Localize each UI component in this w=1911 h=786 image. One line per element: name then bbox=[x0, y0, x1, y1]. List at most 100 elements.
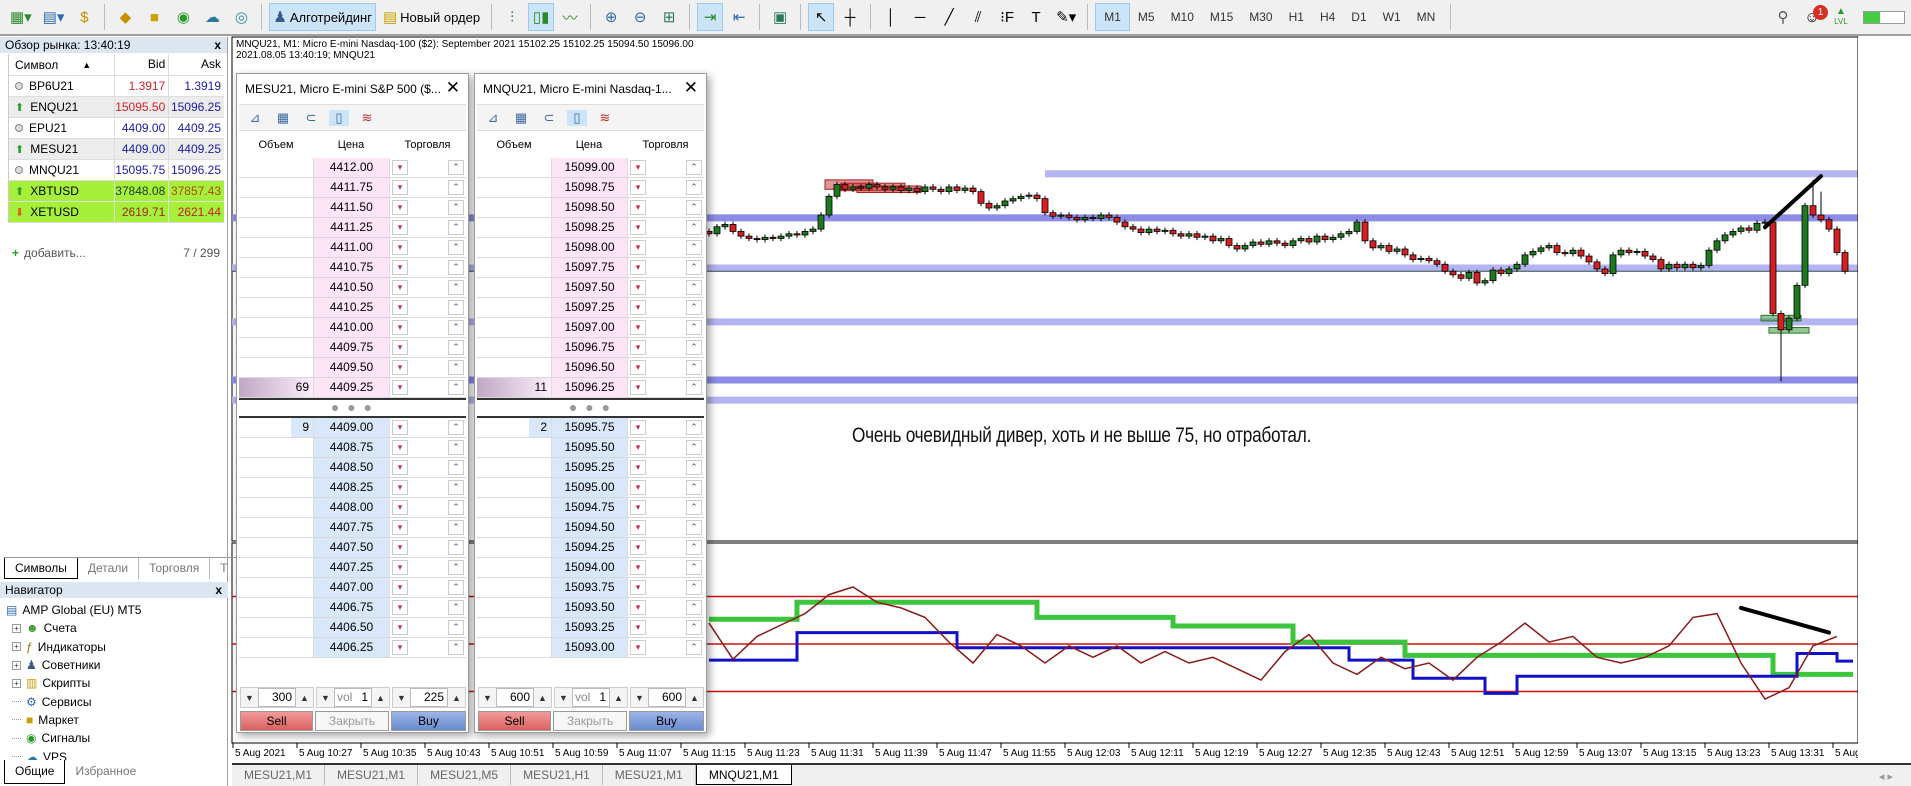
timeframe-m10[interactable]: M10 bbox=[1163, 3, 1202, 31]
line-chart-icon[interactable]: 〰 bbox=[557, 3, 583, 31]
sell-limit-button[interactable]: ▾ bbox=[630, 640, 646, 655]
sell-limit-button[interactable]: ▾ bbox=[392, 160, 408, 175]
decrease-icon[interactable]: ▼ bbox=[317, 693, 334, 703]
buy-limit-button[interactable]: ⌃ bbox=[448, 480, 464, 495]
ticks-icon[interactable]: ≋ bbox=[357, 110, 377, 126]
buy-limit-button[interactable]: ⌃ bbox=[686, 560, 702, 575]
buy-limit-button[interactable]: ⌃ bbox=[686, 600, 702, 615]
take-profit-stepper[interactable]: ▼ 600 ▲ bbox=[630, 687, 704, 708]
sell-limit-button[interactable]: ▾ bbox=[392, 460, 408, 475]
col-symbol[interactable]: Символ ▲ bbox=[9, 58, 114, 72]
tab-2[interactable]: Торговля bbox=[139, 558, 211, 579]
dom-ask-row[interactable]: 15098.75 ▾ ⌃ bbox=[477, 178, 704, 198]
new-chart-icon[interactable]: ▦▾ bbox=[6, 3, 36, 31]
buy-limit-button[interactable]: ⌃ bbox=[686, 500, 702, 515]
stop-loss-stepper-value[interactable]: 600 bbox=[496, 688, 534, 707]
dom-bid-row[interactable]: 4406.75 ▾ ⌃ bbox=[239, 598, 466, 618]
buy-limit-button[interactable]: ⌃ bbox=[448, 260, 464, 275]
fibonacci-icon[interactable]: ⁝F bbox=[994, 3, 1020, 31]
volume-stepper[interactable]: ▼ vol 1 ▲ bbox=[554, 687, 628, 708]
buy-limit-button[interactable]: ⌃ bbox=[448, 620, 464, 635]
dom-bid-row[interactable]: 15095.50 ▾ ⌃ bbox=[477, 438, 704, 458]
dom-bid-row[interactable]: 4408.00 ▾ ⌃ bbox=[239, 498, 466, 518]
sell-limit-button[interactable]: ▾ bbox=[392, 340, 408, 355]
buy-limit-button[interactable]: ⌃ bbox=[448, 440, 464, 455]
sell-limit-button[interactable]: ▾ bbox=[630, 500, 646, 515]
chart-icon[interactable]: ⊿ bbox=[245, 110, 265, 126]
timeframe-m15[interactable]: M15 bbox=[1202, 3, 1241, 31]
buy-limit-button[interactable]: ⌃ bbox=[448, 540, 464, 555]
sell-limit-button[interactable]: ▾ bbox=[630, 460, 646, 475]
templates-icon[interactable]: ▣ bbox=[767, 3, 793, 31]
vertical-line-icon[interactable]: │ bbox=[878, 3, 904, 31]
dom-ask-row[interactable]: 15098.50 ▾ ⌃ bbox=[477, 198, 704, 218]
horizontal-line-icon[interactable]: ─ bbox=[907, 3, 933, 31]
market-watch-row[interactable]: ⬇ XETUSD 2619.71 2621.44 bbox=[9, 202, 224, 223]
sell-button[interactable]: Sell bbox=[478, 711, 551, 731]
buy-limit-button[interactable]: ⌃ bbox=[686, 640, 702, 655]
magnet-icon[interactable]: ⊂ bbox=[539, 110, 559, 126]
stop-loss-stepper[interactable]: ▼ 600 ▲ bbox=[478, 687, 552, 708]
buy-limit-button[interactable]: ⌃ bbox=[686, 380, 702, 395]
buy-limit-button[interactable]: ⌃ bbox=[448, 300, 464, 315]
chart-tab[interactable]: MESU21,M1 bbox=[603, 765, 696, 785]
ticks-icon[interactable]: ≋ bbox=[595, 110, 615, 126]
take-profit-stepper-value[interactable]: 600 bbox=[648, 688, 686, 707]
dom-bid-row[interactable]: 15093.00 ▾ ⌃ bbox=[477, 638, 704, 658]
increase-icon[interactable]: ▲ bbox=[448, 693, 465, 703]
sell-limit-button[interactable]: ▾ bbox=[392, 300, 408, 315]
volume-stepper[interactable]: ▼ vol 1 ▲ bbox=[316, 687, 390, 708]
buy-limit-button[interactable]: ⌃ bbox=[686, 240, 702, 255]
sell-limit-button[interactable]: ▾ bbox=[392, 320, 408, 335]
tab-scroll-arrows-icon[interactable]: ◂ ▸ bbox=[1879, 770, 1893, 783]
sell-limit-button[interactable]: ▾ bbox=[630, 200, 646, 215]
dom-ask-row[interactable]: 15098.25 ▾ ⌃ bbox=[477, 218, 704, 238]
buy-limit-button[interactable]: ⌃ bbox=[686, 520, 702, 535]
buy-limit-button[interactable]: ⌃ bbox=[448, 600, 464, 615]
buy-limit-button[interactable]: ⌃ bbox=[448, 160, 464, 175]
stop-loss-stepper[interactable]: ▼ 300 ▲ bbox=[240, 687, 314, 708]
dom-ask-row[interactable]: 15099.00 ▾ ⌃ bbox=[477, 158, 704, 178]
sell-limit-button[interactable]: ▾ bbox=[392, 440, 408, 455]
buy-limit-button[interactable]: ⌃ bbox=[686, 320, 702, 335]
buy-limit-button[interactable]: ⌃ bbox=[448, 200, 464, 215]
dom-bid-row[interactable]: 4407.50 ▾ ⌃ bbox=[239, 538, 466, 558]
stop-loss-stepper-value[interactable]: 300 bbox=[258, 688, 296, 707]
sell-limit-button[interactable]: ▾ bbox=[392, 600, 408, 615]
buy-limit-button[interactable]: ⌃ bbox=[686, 200, 702, 215]
timeframe-m30[interactable]: M30 bbox=[1241, 3, 1280, 31]
timeframe-m1[interactable]: M1 bbox=[1095, 3, 1130, 31]
buy-limit-button[interactable]: ⌃ bbox=[448, 520, 464, 535]
candlestick-chart-icon[interactable]: ▯▮ bbox=[528, 3, 555, 31]
dom-bid-row[interactable]: 4408.25 ▾ ⌃ bbox=[239, 478, 466, 498]
chart-tab[interactable]: MESU21,H1 bbox=[511, 765, 603, 785]
decrease-icon[interactable]: ▼ bbox=[631, 693, 648, 703]
dom-bid-row[interactable]: 9 4409.00 ▾ ⌃ bbox=[239, 418, 466, 438]
sell-limit-button[interactable]: ▾ bbox=[630, 340, 646, 355]
bar-chart-icon[interactable]: ⫶ bbox=[499, 3, 525, 31]
volume-stepper-value[interactable]: vol 1 bbox=[572, 688, 610, 707]
navigator-item[interactable]: ▤ AMP Global (EU) MT5 bbox=[0, 601, 228, 619]
sell-limit-button[interactable]: ▾ bbox=[630, 280, 646, 295]
dom-ask-row[interactable]: 15096.75 ▾ ⌃ bbox=[477, 338, 704, 358]
sell-limit-button[interactable]: ▾ bbox=[630, 580, 646, 595]
buy-button[interactable]: Buy bbox=[629, 711, 704, 731]
buy-limit-button[interactable]: ⌃ bbox=[448, 340, 464, 355]
dollar-icon[interactable]: $ bbox=[71, 3, 97, 31]
buy-limit-button[interactable]: ⌃ bbox=[686, 180, 702, 195]
notifications-icon[interactable]: ☺ 1 bbox=[1799, 3, 1828, 31]
sell-limit-button[interactable]: ▾ bbox=[630, 440, 646, 455]
buy-limit-button[interactable]: ⌃ bbox=[448, 560, 464, 575]
buy-limit-button[interactable]: ⌃ bbox=[686, 340, 702, 355]
buy-limit-button[interactable]: ⌃ bbox=[686, 260, 702, 275]
col-ask[interactable]: Ask bbox=[168, 54, 224, 75]
navigator-tab-1[interactable]: Избранное bbox=[65, 760, 146, 784]
buy-limit-button[interactable]: ⌃ bbox=[686, 480, 702, 495]
buy-limit-button[interactable]: ⌃ bbox=[448, 500, 464, 515]
timeframe-w1[interactable]: W1 bbox=[1375, 3, 1409, 31]
dom-bid-row[interactable]: 4408.75 ▾ ⌃ bbox=[239, 438, 466, 458]
sell-limit-button[interactable]: ▾ bbox=[392, 560, 408, 575]
buy-limit-button[interactable]: ⌃ bbox=[448, 180, 464, 195]
dom-bid-row[interactable]: 4406.50 ▾ ⌃ bbox=[239, 618, 466, 638]
sell-limit-button[interactable]: ▾ bbox=[392, 500, 408, 515]
